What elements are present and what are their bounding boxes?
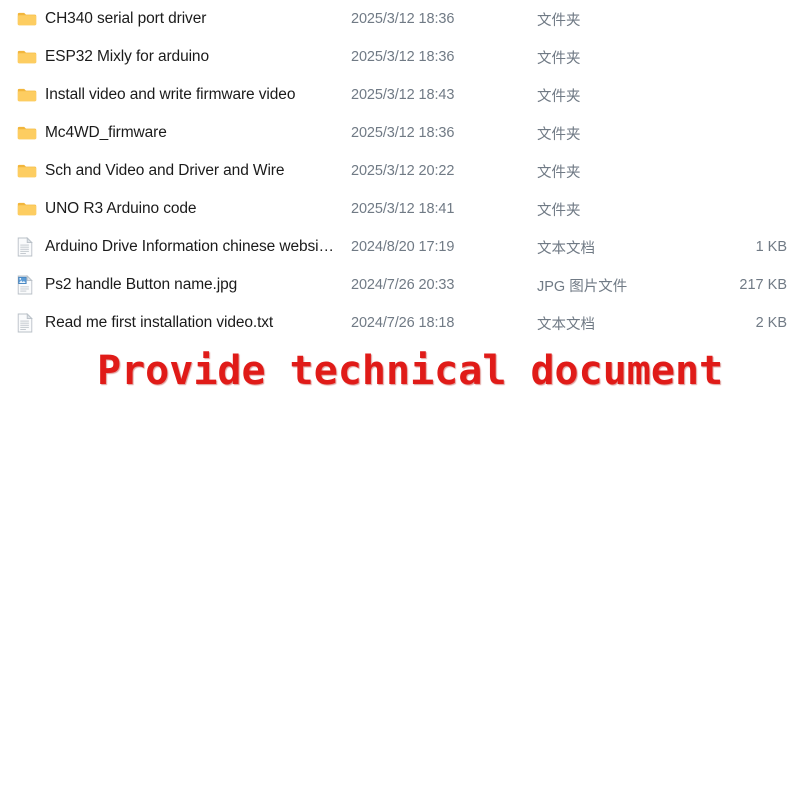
file-type: 文件夹 bbox=[537, 12, 581, 29]
folder-icon bbox=[17, 46, 45, 68]
file-type: 文件夹 bbox=[537, 50, 581, 67]
file-row[interactable]: Read me first installation video.txt 2024… bbox=[0, 304, 800, 342]
file-type: 文件夹 bbox=[537, 164, 581, 181]
file-row[interactable]: Arduino Drive Information chinese websi…… bbox=[0, 228, 800, 266]
file-size: 217 KB bbox=[739, 277, 787, 293]
file-date-modified: 2025/3/12 18:36 bbox=[351, 125, 455, 141]
folder-icon bbox=[17, 198, 45, 220]
folder-icon bbox=[17, 8, 45, 30]
file-type: JPG 图片文件 bbox=[537, 278, 628, 295]
file-type: 文件夹 bbox=[537, 88, 581, 105]
file-type: 文本文档 bbox=[537, 316, 595, 333]
file-date-modified: 2025/3/12 18:43 bbox=[351, 87, 455, 103]
file-name[interactable]: CH340 serial port driver bbox=[45, 10, 351, 28]
file-row[interactable]: ESP32 Mixly for arduino 2025/3/12 18:36 文件… bbox=[0, 38, 800, 76]
file-date-modified: 2025/3/12 18:41 bbox=[351, 201, 455, 217]
file-date-modified: 2025/3/12 20:22 bbox=[351, 163, 455, 179]
file-name[interactable]: UNO R3 Arduino code bbox=[45, 200, 351, 218]
text-document-icon bbox=[17, 236, 45, 258]
file-type: 文件夹 bbox=[537, 202, 581, 219]
file-row[interactable]: CH340 serial port driver 2025/3/12 18:36 文… bbox=[0, 0, 800, 38]
file-row[interactable]: Install video and write firmware video 20… bbox=[0, 76, 800, 114]
file-type: 文件夹 bbox=[537, 126, 581, 143]
file-date-modified: 2024/8/20 17:19 bbox=[351, 239, 455, 255]
text-document-icon bbox=[17, 312, 45, 334]
file-name[interactable]: Ps2 handle Button name.jpg bbox=[45, 276, 351, 294]
file-type: 文本文档 bbox=[537, 240, 595, 257]
file-name[interactable]: Sch and Video and Driver and Wire bbox=[45, 162, 351, 180]
folder-icon bbox=[17, 122, 45, 144]
file-name[interactable]: Arduino Drive Information chinese websi… bbox=[45, 238, 351, 256]
file-size: 1 KB bbox=[755, 239, 787, 255]
file-size: 2 KB bbox=[755, 315, 787, 331]
jpg-image-icon bbox=[17, 274, 45, 296]
file-row[interactable]: Ps2 handle Button name.jpg 2024/7/26 20:3… bbox=[0, 266, 800, 304]
watermark-text: Provide technical document bbox=[97, 348, 724, 394]
folder-icon bbox=[17, 160, 45, 182]
file-date-modified: 2025/3/12 18:36 bbox=[351, 11, 455, 27]
file-list[interactable]: CH340 serial port driver 2025/3/12 18:36 文… bbox=[0, 0, 800, 342]
file-row[interactable]: Sch and Video and Driver and Wire 2025/3/… bbox=[0, 152, 800, 190]
file-date-modified: 2025/3/12 18:36 bbox=[351, 49, 455, 65]
file-date-modified: 2024/7/26 20:33 bbox=[351, 277, 455, 293]
file-row[interactable]: Mc4WD_firmware 2025/3/12 18:36 文件夹 bbox=[0, 114, 800, 152]
file-name[interactable]: Mc4WD_firmware bbox=[45, 124, 351, 142]
file-name[interactable]: Install video and write firmware video bbox=[45, 86, 351, 104]
file-name[interactable]: ESP32 Mixly for arduino bbox=[45, 48, 351, 66]
file-row[interactable]: UNO R3 Arduino code 2025/3/12 18:41 文件夹 bbox=[0, 190, 800, 228]
file-name[interactable]: Read me first installation video.txt bbox=[45, 314, 351, 332]
file-date-modified: 2024/7/26 18:18 bbox=[351, 315, 455, 331]
folder-icon bbox=[17, 84, 45, 106]
